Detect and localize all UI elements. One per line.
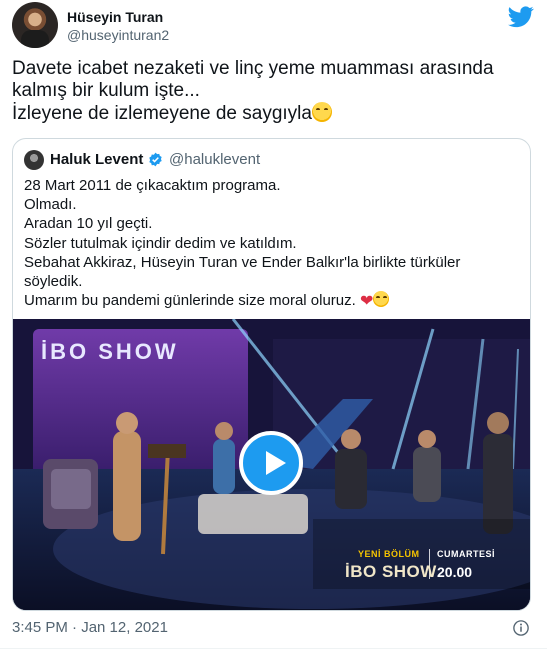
overlay-new-episode: YENİ BÖLÜM	[358, 549, 420, 559]
twitter-bird-icon[interactable]	[508, 6, 534, 28]
smiling-face-emoji-icon	[373, 291, 390, 308]
quoted-line: Olmadı.	[24, 196, 77, 214]
quoted-line-text: Umarım bu pandemi günlerinde size moral …	[24, 292, 356, 310]
smiling-face-emoji-icon	[311, 102, 332, 122]
play-button[interactable]	[239, 431, 303, 495]
quoted-author-name[interactable]: Haluk Levent	[50, 151, 143, 168]
tweet-line-text: İzleyene de izlemeyene de saygıyla	[12, 103, 312, 124]
quoted-author-handle[interactable]: @haluklevent	[169, 151, 260, 168]
overlay-show-name: İBO SHOW	[345, 562, 437, 581]
info-icon[interactable]	[512, 619, 530, 637]
author-handle[interactable]: @huseyinturan2	[67, 27, 169, 43]
play-icon	[266, 451, 286, 475]
bottom-divider	[0, 648, 547, 649]
quoted-line: söyledik.	[24, 273, 83, 291]
heart-emoji-icon: ❤	[360, 293, 374, 311]
overlay-day: CUMARTESİ	[437, 549, 495, 559]
tweet-timestamp[interactable]: 3:45 PM · Jan 12, 2021	[12, 619, 168, 636]
author-avatar[interactable]	[12, 2, 58, 48]
overlay-time: 20.00	[437, 564, 473, 580]
quoted-line: 28 Mart 2011 de çıkacaktım programa.	[24, 177, 281, 194]
tweet-line: İzleyene de izlemeyene de saygıyla	[12, 102, 532, 125]
quoted-author-avatar[interactable]	[24, 150, 44, 170]
quoted-line: Aradan 10 yıl geçti.	[24, 215, 153, 233]
quoted-line: Umarım bu pandemi günlerinde size moral …	[24, 291, 519, 311]
quoted-line: Sözler tutulmak içindir dedim ve katıldı…	[24, 234, 297, 252]
tweet-text: Davete icabet nezaketi ve linç yeme muam…	[12, 58, 532, 125]
quoted-text: 28 Mart 2011 de çıkacaktım programa. Olm…	[24, 176, 519, 311]
quoted-tweet-card[interactable]: Haluk Levent @haluklevent 28 Mart 2011 d…	[12, 138, 531, 611]
tweet-line: kalmış bir kulum işte...	[12, 80, 200, 101]
tweet-line: Davete icabet nezaketi ve linç yeme muam…	[12, 58, 494, 79]
video-player[interactable]: İBO SHOW YENİ BÖLÜM CUMARTESİ İBO SHOW 2…	[13, 319, 530, 610]
quoted-line: Sebahat Akkiraz, Hüseyin Turan ve Ender …	[24, 253, 461, 271]
author-name[interactable]: Hüseyin Turan	[67, 9, 163, 25]
verified-badge-icon	[149, 152, 162, 167]
set-sign-text: İBO SHOW	[41, 339, 179, 364]
